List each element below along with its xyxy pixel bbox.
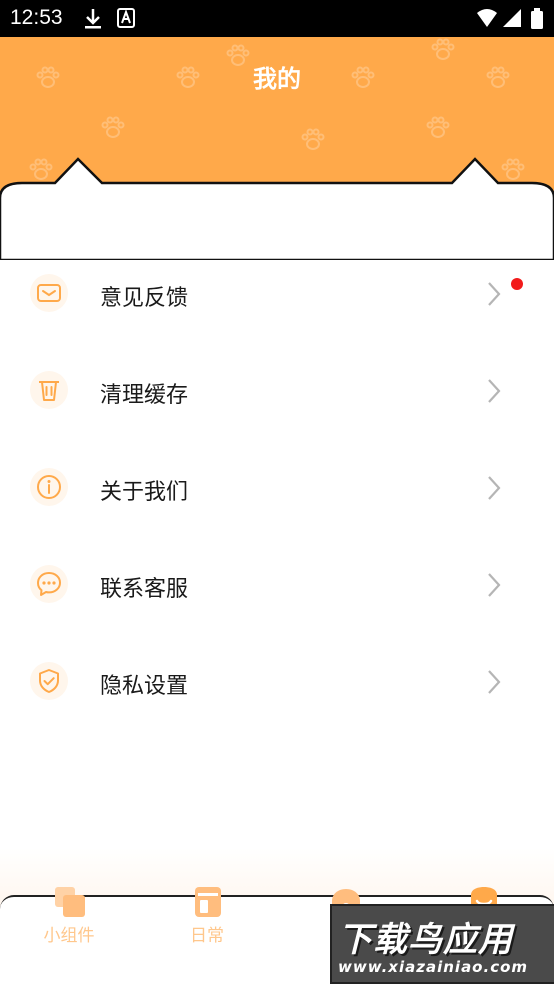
notification-badge: [511, 278, 523, 290]
menu-item-customer-service[interactable]: 联系客服: [0, 537, 554, 634]
wifi-icon: [476, 8, 498, 33]
menu-item-label: 清理缓存: [100, 383, 189, 408]
chat-icon: [30, 565, 68, 603]
tab-label: 日常: [190, 926, 224, 946]
trash-icon: [30, 371, 68, 409]
menu-item-clear-cache[interactable]: 清理缓存: [0, 343, 554, 440]
settings-menu: 意见反馈 清理缓存 关于我们 联系客服 隐私设置: [0, 246, 554, 731]
paw-pattern-icon: [101, 116, 125, 138]
page-title: 我的: [253, 65, 301, 93]
tab-widgets[interactable]: 小组件: [0, 887, 138, 986]
status-bar: 12:53: [0, 0, 554, 37]
menu-item-feedback[interactable]: 意见反馈: [0, 246, 554, 343]
tab-daily[interactable]: 日常: [138, 887, 276, 986]
battery-icon: [530, 8, 544, 35]
signal-icon: [502, 8, 522, 33]
menu-item-privacy-settings[interactable]: 隐私设置: [0, 634, 554, 731]
menu-item-about-us[interactable]: 关于我们: [0, 440, 554, 537]
cat-ear-card: [0, 157, 554, 260]
chevron-right-icon: [488, 379, 501, 403]
chevron-right-icon: [488, 282, 501, 306]
paw-pattern-icon: [426, 116, 450, 138]
font-app-icon: [117, 8, 135, 33]
shield-icon: [30, 662, 68, 700]
watermark-title: 下载鸟应用: [338, 920, 513, 960]
mail-icon: [30, 274, 68, 312]
watermark-logo: 下载鸟应用 www.xiazainiao.com: [330, 904, 554, 984]
menu-item-label: 关于我们: [100, 480, 189, 505]
download-icon: [84, 8, 102, 35]
info-icon: [30, 468, 68, 506]
chevron-right-icon: [488, 573, 501, 597]
menu-item-label: 隐私设置: [100, 674, 189, 699]
chevron-right-icon: [488, 670, 501, 694]
daily-icon: [195, 887, 221, 917]
tab-label: 小组件: [43, 926, 95, 946]
menu-item-label: 联系客服: [100, 577, 189, 602]
menu-item-label: 意见反馈: [100, 286, 189, 311]
status-time: 12:53: [10, 6, 63, 29]
chevron-right-icon: [488, 476, 501, 500]
watermark-url: www.xiazainiao.com: [338, 958, 529, 976]
widgets-icon: [55, 887, 85, 917]
